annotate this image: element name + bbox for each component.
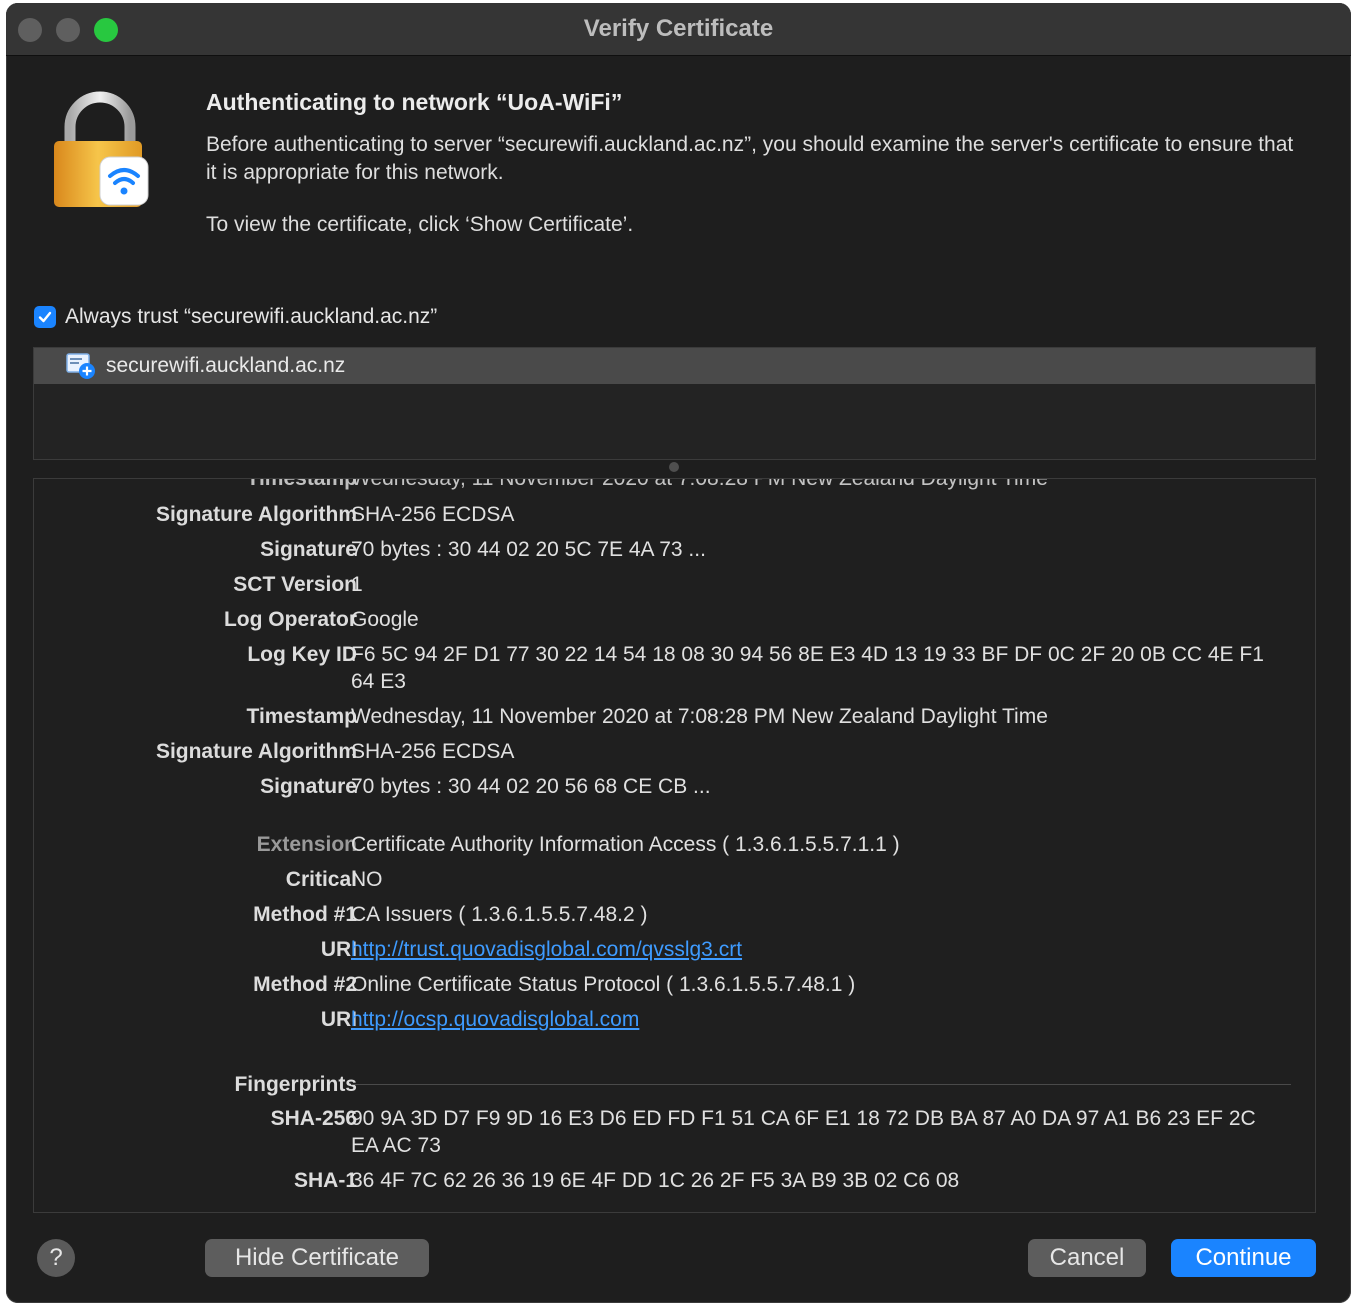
detail-label: Critical: [285, 868, 357, 891]
detail-label: Signature Algorithm: [155, 503, 357, 526]
title-bar: Verify Certificate: [6, 3, 1351, 56]
detail-value: 36 4F 7C 62 26 36 19 6E 4F DD 1C 26 2F F…: [351, 1169, 960, 1192]
detail-label: Method #2: [253, 973, 357, 996]
detail-label: SHA-1: [293, 1169, 357, 1192]
detail-label: Signature: [260, 775, 357, 798]
show-certificate-hint: To view the certificate, click ‘Show Cer…: [206, 213, 634, 236]
detail-value: NO: [351, 868, 383, 891]
detail-label: Timestamp: [246, 478, 358, 490]
detail-value: Wednesday, 11 November 2020 at 7:08:28 P…: [351, 478, 1048, 490]
detail-label: Fingerprints: [234, 1073, 357, 1096]
help-button[interactable]: ?: [37, 1239, 75, 1277]
detail-value: F6 5C 94 2F D1 77 30 22 14 54 18 08 30 9…: [351, 643, 1264, 693]
detail-value: 70 bytes : 30 44 02 20 5C 7E 4A 73 ...: [351, 538, 706, 561]
always-trust-checkbox[interactable]: [34, 306, 56, 328]
detail-value: 1: [351, 573, 363, 596]
verify-certificate-window: Verify Certificate Authenticating to net…: [6, 3, 1351, 1303]
cancel-button[interactable]: Cancel: [1028, 1239, 1146, 1277]
ocsp-uri-link[interactable]: http://ocsp.quovadisglobal.com: [351, 1008, 639, 1031]
detail-value: 90 9A 3D D7 F9 9D 16 E3 D6 ED FD F1 51 C…: [351, 1107, 1256, 1157]
lock-wifi-icon: [54, 91, 149, 207]
always-trust-label: Always trust “securewifi.auckland.ac.nz”: [65, 305, 438, 328]
detail-value: SHA-256 ECDSA: [351, 503, 515, 526]
detail-label: Timestamp: [246, 705, 358, 728]
detail-label: Log Key ID: [247, 643, 357, 666]
window-title: Verify Certificate: [583, 15, 774, 42]
network-headline: Authenticating to network “UoA-WiFi”: [206, 89, 623, 115]
certificate-name: securewifi.auckland.ac.nz: [106, 354, 346, 377]
examine-message: Before authenticating to server “securew…: [206, 133, 1294, 184]
detail-label: Log Operator: [223, 608, 357, 631]
detail-label: Signature: [260, 538, 357, 561]
certificate-details-panel[interactable]: Timestamp Wednesday, 11 November 2020 at…: [33, 478, 1316, 1213]
detail-label: SCT Version: [233, 573, 357, 596]
detail-value: Wednesday, 11 November 2020 at 7:08:28 P…: [351, 705, 1048, 728]
detail-value: 70 bytes : 30 44 02 20 56 68 CE CB ...: [351, 775, 711, 798]
detail-value: CA Issuers ( 1.3.6.1.5.5.7.48.2 ): [351, 903, 648, 926]
hide-certificate-button[interactable]: Hide Certificate: [205, 1239, 429, 1277]
detail-value: Online Certificate Status Protocol ( 1.3…: [351, 973, 856, 996]
detail-label: Extension: [256, 833, 357, 856]
certificate-list: securewifi.auckland.ac.nz: [33, 347, 1316, 460]
detail-label: Method #1: [253, 903, 357, 926]
detail-value: SHA-256 ECDSA: [351, 740, 515, 763]
detail-label: Signature Algorithm: [155, 740, 357, 763]
ca-issuers-uri-link[interactable]: http://trust.quovadisglobal.com/qvsslg3.…: [351, 938, 742, 961]
detail-value: Certificate Authority Information Access…: [351, 833, 900, 856]
detail-row-timestamp-partial: Timestamp Wednesday, 11 November 2020 at…: [34, 478, 1315, 492]
continue-button[interactable]: Continue: [1171, 1239, 1316, 1277]
certificate-icon: [66, 353, 95, 379]
split-view-handle[interactable]: [669, 462, 679, 472]
always-trust-row[interactable]: Always trust “securewifi.auckland.ac.nz”: [34, 305, 437, 329]
fingerprints-divider: [351, 1084, 1291, 1085]
checkmark-icon: [38, 311, 52, 323]
detail-value: Google: [351, 608, 419, 631]
certificate-list-item[interactable]: securewifi.auckland.ac.nz: [34, 348, 1315, 384]
detail-label: SHA-256: [270, 1107, 357, 1130]
